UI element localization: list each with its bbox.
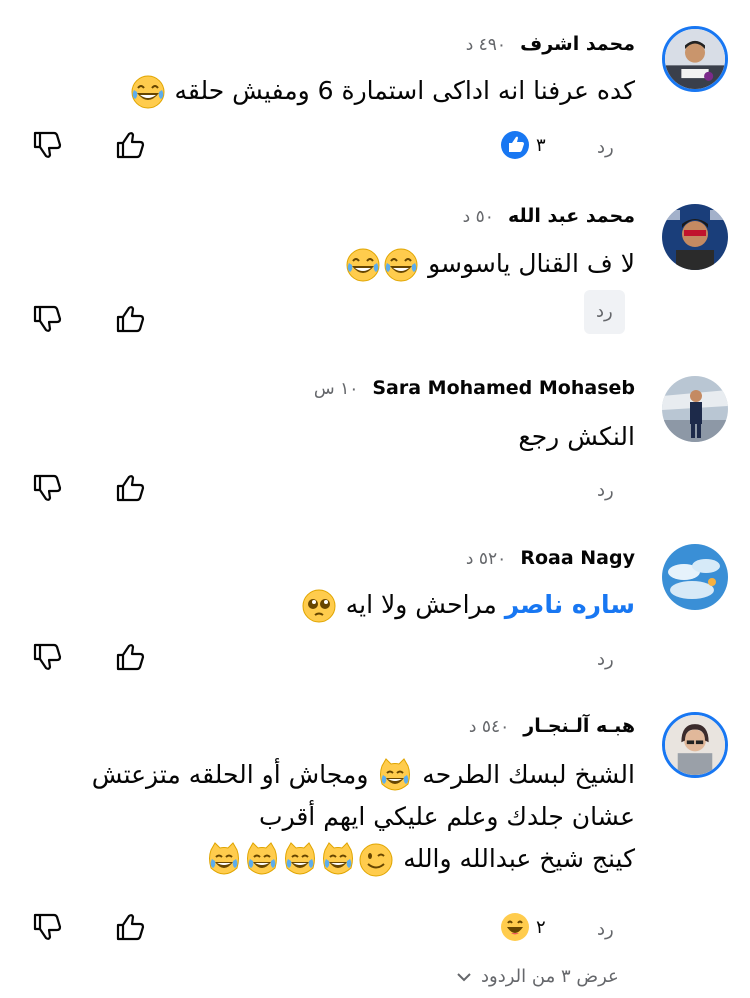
dislike-icon[interactable] bbox=[30, 640, 64, 674]
dislike-icon[interactable] bbox=[30, 471, 64, 505]
avatar[interactable] bbox=[662, 544, 728, 610]
reply-button[interactable]: رد bbox=[597, 648, 614, 672]
like-icon[interactable] bbox=[113, 910, 147, 944]
chevron-down-icon bbox=[455, 968, 473, 986]
comment-body: مراحش ولا ايه bbox=[345, 590, 497, 619]
comment-body: النكش رجع bbox=[518, 422, 635, 451]
author-name[interactable]: محمد عبد الله bbox=[508, 205, 635, 227]
avatar[interactable] bbox=[662, 376, 728, 442]
comment-text: الشيخ لبسك الطرحه ومجاش أو الحلقه متزعتش… bbox=[92, 754, 635, 880]
timestamp: ١٠ س bbox=[313, 379, 359, 399]
author-name[interactable]: هبـه آلـنجـار bbox=[523, 715, 635, 737]
reply-button[interactable]: رد bbox=[597, 136, 614, 160]
cat-laugh-emoji bbox=[206, 842, 242, 878]
like-icon[interactable] bbox=[113, 302, 147, 336]
cat-laugh-emoji bbox=[244, 842, 280, 878]
author-name[interactable]: Roaa Nagy bbox=[520, 547, 635, 569]
like-icon[interactable] bbox=[113, 640, 147, 674]
comment-line: الشيخ لبسك الطرحه ومجاش أو الحلقه متزعتش bbox=[92, 754, 635, 796]
dislike-icon[interactable] bbox=[30, 128, 64, 162]
timestamp: ٥٠ د bbox=[462, 207, 494, 227]
comment-actions: رد bbox=[0, 290, 750, 342]
reaction-count-value: ٢ bbox=[536, 916, 546, 938]
comment-line: كينج شيخ عبدالله والله bbox=[92, 838, 635, 880]
cat-laugh-emoji bbox=[282, 842, 318, 878]
comment-text: لا ف القنال ياسوسو bbox=[344, 243, 635, 285]
comment-header: محمد عبد الله ٥٠ د bbox=[463, 204, 635, 229]
view-more-replies-button[interactable]: عرض ٣ من الردود bbox=[455, 966, 619, 987]
comment-header: هبـه آلـنجـار ٥٤٠ د bbox=[469, 714, 635, 739]
comment-header: محمد اشرف ٤٩٠ د bbox=[466, 32, 635, 57]
timestamp: ٥٤٠ د bbox=[468, 717, 510, 737]
comment-text: كده عرفنا انه اداكى استمارة 6 ومفيش حلقه bbox=[129, 70, 635, 112]
dislike-icon[interactable] bbox=[30, 910, 64, 944]
comment-body: لا ف القنال ياسوسو bbox=[428, 249, 635, 278]
reaction-count[interactable]: ٢ bbox=[500, 912, 546, 942]
pleading-face-emoji bbox=[301, 588, 337, 624]
reply-button[interactable]: رد bbox=[584, 290, 625, 334]
mention-link[interactable]: ساره ناصر bbox=[505, 590, 635, 619]
reaction-count-value: ٣ bbox=[536, 134, 546, 156]
cat-laugh-emoji bbox=[377, 758, 413, 794]
comment-body: كده عرفنا انه اداكى استمارة 6 ومفيش حلقه bbox=[174, 76, 635, 105]
like-icon[interactable] bbox=[113, 128, 147, 162]
comment-text: النكش رجع bbox=[518, 416, 635, 458]
comment-actions: رد bbox=[0, 471, 750, 511]
laugh-tears-emoji bbox=[130, 74, 166, 110]
reply-button[interactable]: رد bbox=[597, 918, 614, 942]
comment-header: Roaa Nagy ٥٢٠ د bbox=[466, 546, 635, 571]
avatar[interactable] bbox=[662, 204, 728, 270]
author-name[interactable]: محمد اشرف bbox=[520, 33, 635, 55]
comment-actions: ٢ رد bbox=[0, 910, 750, 950]
reply-button[interactable]: رد bbox=[597, 479, 614, 503]
timestamp: ٥٢٠ د bbox=[465, 549, 507, 569]
reaction-count[interactable]: ٣ bbox=[500, 130, 546, 160]
like-reaction-icon bbox=[500, 130, 530, 160]
dislike-icon[interactable] bbox=[30, 302, 64, 336]
view-more-label: عرض ٣ من الردود bbox=[481, 966, 619, 987]
comment-text: ساره ناصر مراحش ولا ايه bbox=[300, 584, 635, 626]
avatar[interactable] bbox=[662, 712, 728, 778]
laugh-tears-emoji bbox=[345, 247, 381, 283]
laugh-tears-emoji bbox=[383, 247, 419, 283]
cat-laugh-emoji bbox=[320, 842, 356, 878]
like-icon[interactable] bbox=[113, 471, 147, 505]
comment-actions: رد bbox=[0, 640, 750, 680]
timestamp: ٤٩٠ د bbox=[465, 35, 507, 55]
comment-line: عشان جلدك وعلم عليكي ايهم أقرب bbox=[259, 802, 635, 831]
wink-emoji bbox=[358, 842, 394, 878]
haha-reaction-icon bbox=[500, 912, 530, 942]
avatar[interactable] bbox=[662, 26, 728, 92]
comment-header: Sara Mohamed Mohaseb ١٠ س bbox=[314, 376, 635, 401]
comment-actions: ٣ رد bbox=[0, 128, 750, 168]
author-name[interactable]: Sara Mohamed Mohaseb bbox=[372, 377, 635, 399]
